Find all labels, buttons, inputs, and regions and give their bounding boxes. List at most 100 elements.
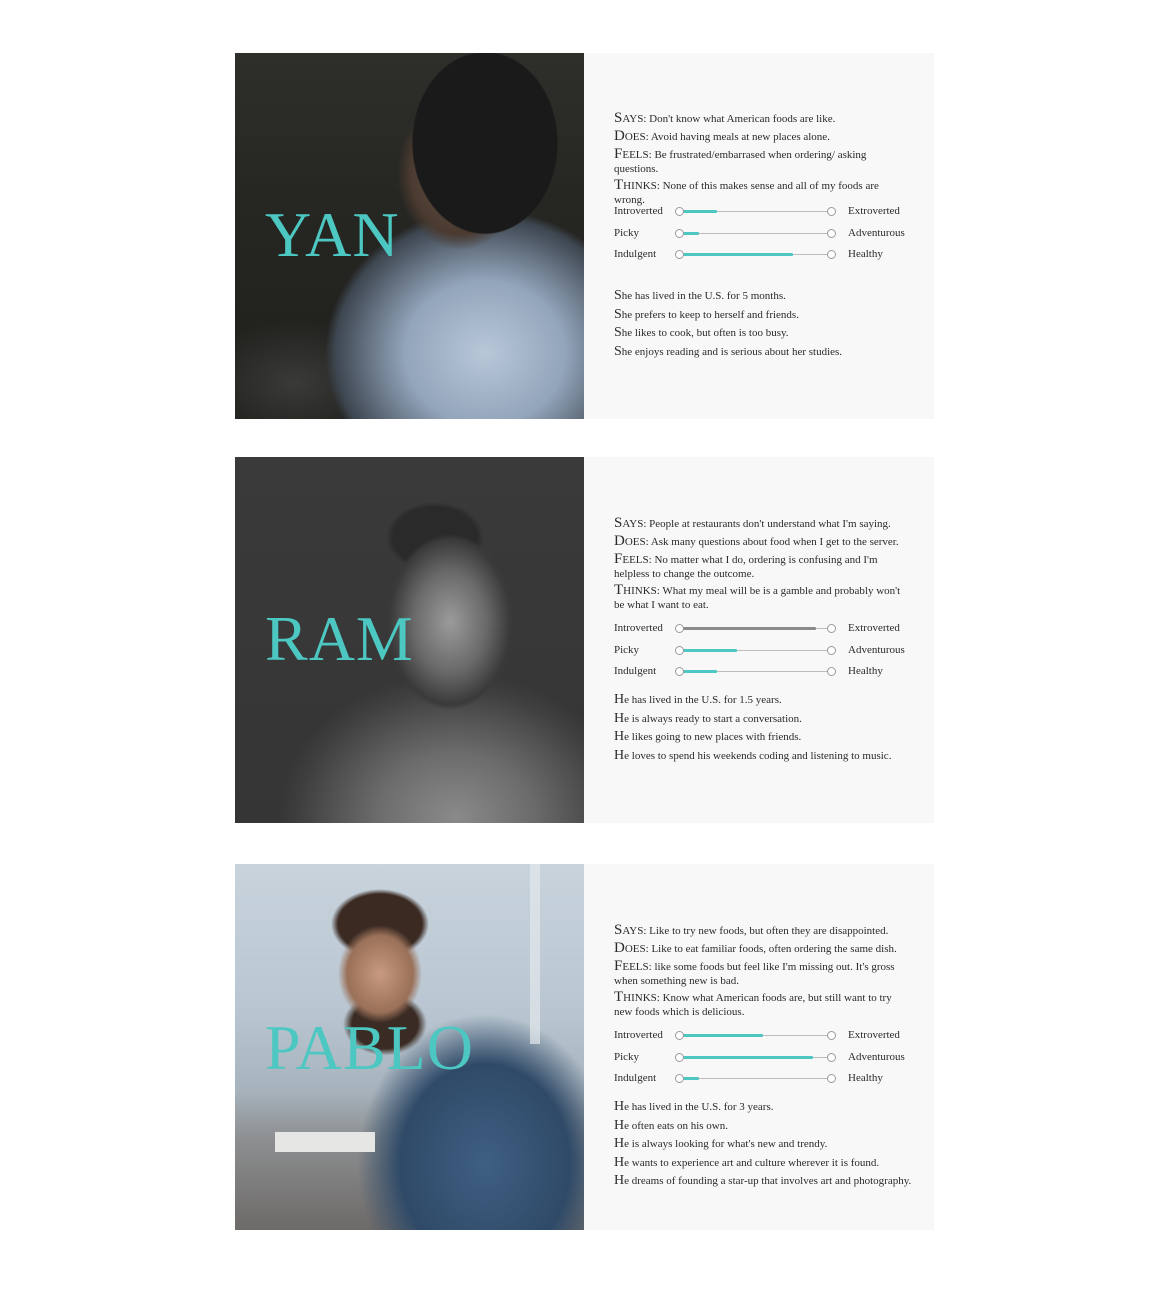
persona-card-pablo: PABLO SAYS: Like to try new foods, but o… <box>235 864 934 1230</box>
trait-right-label: Healthy <box>848 248 883 260</box>
trait-left-label: Introverted <box>614 622 663 634</box>
feels-line: FEELS: like some foods but feel like I'm… <box>614 958 895 987</box>
sdft-section: SAYS: Like to try new foods, but often t… <box>614 921 909 1019</box>
fact-item: He wants to experience art and culture w… <box>614 1154 880 1170</box>
slider-end-knob <box>827 667 836 676</box>
persona-photo: YAN <box>235 53 584 419</box>
feels-line: FEELS: No matter what I do, ordering is … <box>614 551 878 580</box>
trait-left-label: Picky <box>614 643 640 656</box>
trait-left-label: Indulgent <box>614 248 657 260</box>
slider-end-knob <box>827 250 836 259</box>
facts-list: He has lived in the U.S. for 1.5 years. … <box>614 691 924 765</box>
fact-item: He has lived in the U.S. for 3 years. <box>614 1099 774 1114</box>
slider-track <box>675 250 836 259</box>
background-building <box>275 1132 375 1152</box>
sdft-section: SAYS: People at restaurants don't unders… <box>614 514 909 612</box>
slider-end-knob <box>827 1031 836 1040</box>
slider-start-knob <box>675 1031 684 1040</box>
does-line: DOES: Avoid having meals at new places a… <box>614 128 830 144</box>
slider-fill <box>679 627 816 630</box>
fact-item: She has lived in the U.S. for 5 months. <box>614 288 786 303</box>
persona-photo: PABLO <box>235 864 584 1230</box>
trait-left-label: Picky <box>614 226 640 239</box>
slider-start-knob <box>675 1074 684 1083</box>
slider-start-knob <box>675 645 684 655</box>
trait-sliders: Introverted Extroverted Picky Adventurou… <box>614 622 914 687</box>
trait-slider-picky: Picky Adventurous <box>614 227 914 249</box>
thinks-line: THINKS: None of this makes sense and all… <box>614 177 879 207</box>
says-line: SAYS: Don't know what American foods are… <box>614 110 836 126</box>
thinks-line: THINKS: What my meal will be is a gamble… <box>614 582 901 612</box>
persona-name: RAM <box>265 603 414 674</box>
slider-end-knob <box>827 1074 836 1083</box>
trait-right-label: Healthy <box>848 665 883 677</box>
trait-slider-introverted: Introverted Extroverted <box>614 622 914 644</box>
slider-track <box>675 1074 836 1083</box>
slider-track <box>675 1052 836 1062</box>
slider-start-knob <box>675 228 684 238</box>
persona-panel: SAYS: People at restaurants don't unders… <box>584 457 934 823</box>
fact-item: He is always ready to start a conversati… <box>614 710 802 726</box>
fact-item: He has lived in the U.S. for 1.5 years. <box>614 692 782 707</box>
trait-right-label: Adventurous <box>848 226 905 239</box>
slider-track <box>675 645 836 655</box>
trait-left-label: Indulgent <box>614 665 657 677</box>
slider-end-knob <box>827 1052 836 1062</box>
slider-start-knob <box>675 624 684 633</box>
trait-slider-picky: Picky Adventurous <box>614 1051 914 1073</box>
slider-fill <box>679 253 793 256</box>
trait-sliders: Introverted Extroverted Picky Adventurou… <box>614 1029 914 1094</box>
facts-list: She has lived in the U.S. for 5 months. … <box>614 287 924 361</box>
persona-name: PABLO <box>265 1012 474 1083</box>
thinks-line: THINKS: Know what American foods are, bu… <box>614 989 892 1019</box>
fact-item: She prefers to keep to herself and frien… <box>614 306 799 322</box>
slider-start-knob <box>675 207 684 216</box>
slider-start-knob <box>675 667 684 676</box>
slider-track <box>675 207 836 216</box>
slider-track <box>675 624 836 633</box>
trait-right-label: Adventurous <box>848 1050 905 1063</box>
slider-track <box>675 228 836 238</box>
trait-sliders: Introverted Extroverted Picky Adventurou… <box>614 205 914 270</box>
slider-fill <box>679 1034 763 1037</box>
trait-left-label: Indulgent <box>614 1072 657 1084</box>
fact-item: He likes going to new places with friend… <box>614 729 802 744</box>
trait-right-label: Adventurous <box>848 643 905 656</box>
fact-item: She enjoys reading and is serious about … <box>614 343 843 359</box>
trait-slider-introverted: Introverted Extroverted <box>614 1029 914 1051</box>
slider-end-knob <box>827 645 836 655</box>
slider-track <box>675 1031 836 1040</box>
slider-end-knob <box>827 207 836 216</box>
trait-slider-picky: Picky Adventurous <box>614 644 914 666</box>
fact-item: He loves to spend his weekends coding an… <box>614 747 892 763</box>
persona-photo: RAM <box>235 457 584 823</box>
slider-start-knob <box>675 250 684 259</box>
trait-right-label: Extroverted <box>848 205 900 217</box>
trait-slider-introverted: Introverted Extroverted <box>614 205 914 227</box>
slider-start-knob <box>675 1052 684 1062</box>
slider-track <box>675 667 836 676</box>
persona-panel: SAYS: Like to try new foods, but often t… <box>584 864 934 1230</box>
persona-card-ram: RAM SAYS: People at restaurants don't un… <box>235 457 934 823</box>
persona-card-yan: YAN SAYS: Don't know what American foods… <box>235 53 934 419</box>
persona-name: YAN <box>265 199 400 270</box>
sdft-section: SAYS: Don't know what American foods are… <box>614 109 909 207</box>
fact-item: He often eats on his own. <box>614 1117 728 1133</box>
fact-item: He is always looking for what's new and … <box>614 1136 828 1151</box>
trait-left-label: Picky <box>614 1050 640 1063</box>
trait-left-label: Introverted <box>614 1029 663 1041</box>
trait-slider-indulgent: Indulgent Healthy <box>614 665 914 687</box>
slider-fill <box>679 648 737 652</box>
says-line: SAYS: Like to try new foods, but often t… <box>614 922 889 938</box>
slider-end-knob <box>827 228 836 238</box>
slider-fill <box>679 670 717 673</box>
persona-panel: SAYS: Don't know what American foods are… <box>584 53 934 419</box>
says-line: SAYS: People at restaurants don't unders… <box>614 515 891 531</box>
facts-list: He has lived in the U.S. for 3 years. He… <box>614 1098 924 1191</box>
trait-right-label: Healthy <box>848 1072 883 1084</box>
does-line: DOES: Like to eat familiar foods, often … <box>614 940 897 956</box>
trait-right-label: Extroverted <box>848 622 900 634</box>
feels-line: FEELS: Be frustrated/embarrased when ord… <box>614 146 867 175</box>
slider-end-knob <box>827 624 836 633</box>
fact-item: He dreams of founding a star-up that inv… <box>614 1173 912 1188</box>
